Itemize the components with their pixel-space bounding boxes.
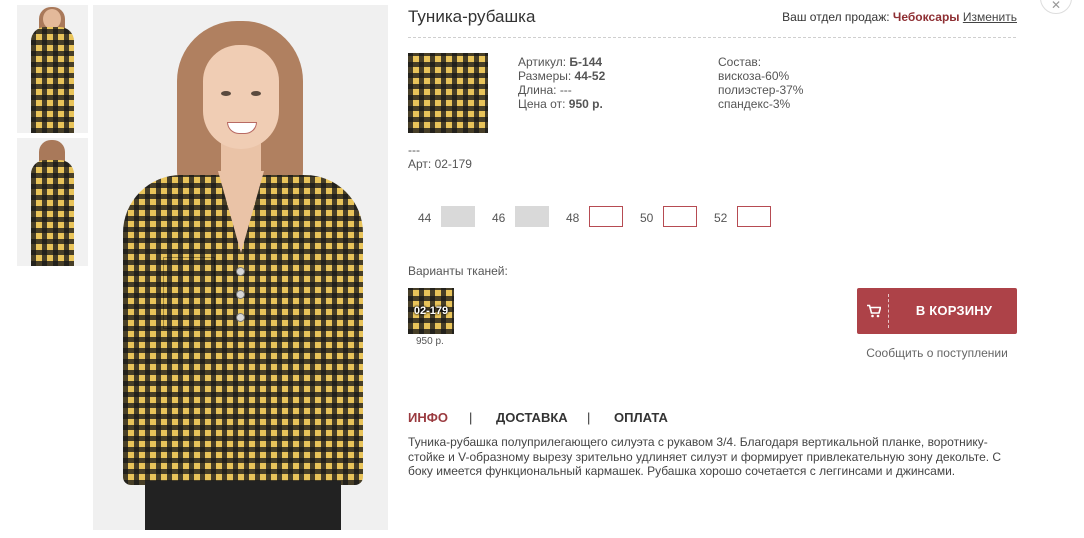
shopping-cart-icon	[867, 304, 881, 318]
spec-row-article: Артикул: Б-144	[518, 55, 605, 69]
photo-eye	[221, 91, 231, 96]
region-change-link[interactable]: Изменить	[963, 10, 1017, 24]
tab-delivery[interactable]: ДОСТАВКА	[496, 410, 568, 425]
size-box-52[interactable]	[737, 206, 771, 227]
header-divider	[408, 37, 1016, 38]
size-label-44: 44	[418, 211, 432, 225]
product-title: Туника-рубашка	[408, 7, 536, 26]
tab-separator: |	[469, 410, 473, 425]
region-label: Ваш отдел продаж:	[782, 10, 890, 24]
spec-label: Размеры:	[518, 69, 572, 83]
size-label-52: 52	[714, 211, 728, 225]
thumbnail-front[interactable]	[17, 5, 88, 133]
size-label-46: 46	[492, 211, 506, 225]
fabric-variant-code: 02-179	[413, 305, 449, 317]
product-description: Туника-рубашка полуприлегающего силуэта …	[408, 435, 1002, 478]
fabric-variant-price: 950 р.	[416, 336, 444, 347]
spec-label: Цена от:	[518, 97, 566, 111]
product-specs: Артикул: Б-144 Размеры: 44-52 Длина: ---…	[518, 55, 605, 111]
photo-neckline	[218, 171, 264, 253]
photo-shirt-button	[236, 267, 245, 276]
spec-value: ---	[559, 83, 572, 97]
size-box-50[interactable]	[663, 206, 697, 227]
notify-availability-link[interactable]: Сообщить о поступлении	[857, 346, 1017, 360]
fabric-variant-swatch[interactable]: 02-179	[408, 288, 454, 334]
tab-info[interactable]: ИНФО	[408, 410, 448, 425]
fabric-note: ---	[408, 143, 420, 157]
spec-row-sizes: Размеры: 44-52	[518, 69, 605, 83]
cart-button-separator	[888, 294, 889, 328]
photo-shirt-button	[236, 290, 245, 299]
size-label-48: 48	[566, 211, 580, 225]
tab-separator: |	[587, 410, 591, 425]
spec-label: Длина:	[518, 83, 557, 97]
composition-title: Состав:	[718, 55, 762, 69]
composition-item: вискоза-60%	[718, 69, 790, 83]
thumbnail-head	[43, 9, 61, 29]
fabric-swatch-large	[408, 53, 488, 133]
tab-payment[interactable]: ОПЛАТА	[614, 410, 668, 425]
thumbnail-shirt	[31, 27, 74, 133]
photo-shirt-button	[236, 313, 245, 322]
spec-value: 44-52	[574, 69, 606, 83]
spec-label: Артикул:	[518, 55, 567, 69]
thumbnail-shirt	[31, 160, 74, 266]
spec-row-price: Цена от: 950 р.	[518, 97, 605, 111]
product-main-photo	[93, 5, 388, 530]
size-label-50: 50	[640, 211, 654, 225]
add-to-cart-button[interactable]: В КОРЗИНУ	[857, 288, 1017, 334]
spec-value: Б-144	[569, 55, 603, 69]
photo-eye	[251, 91, 261, 96]
composition: Состав: вискоза-60% полиэстер-37% спанде…	[718, 55, 803, 111]
fabric-article: Арт: 02-179	[408, 157, 472, 171]
region-city: Чебоксары	[892, 10, 960, 24]
spec-row-length: Длина: ---	[518, 83, 605, 97]
photo-pants	[145, 481, 341, 530]
cart-button-label: В КОРЗИНУ	[915, 303, 993, 318]
composition-item: полиэстер-37%	[718, 83, 804, 97]
close-icon[interactable]: ✕	[1040, 0, 1072, 14]
size-box-46	[515, 206, 549, 227]
sales-region: Ваш отдел продаж: Чебоксары Изменить	[782, 10, 1017, 24]
fabric-variants-title: Варианты тканей:	[408, 264, 508, 278]
thumbnail-back[interactable]	[17, 138, 88, 266]
composition-item: спандекс-3%	[718, 97, 791, 111]
size-box-44	[441, 206, 475, 227]
size-box-48[interactable]	[589, 206, 623, 227]
photo-pocket	[163, 257, 215, 329]
spec-value: 950 р.	[568, 97, 603, 111]
